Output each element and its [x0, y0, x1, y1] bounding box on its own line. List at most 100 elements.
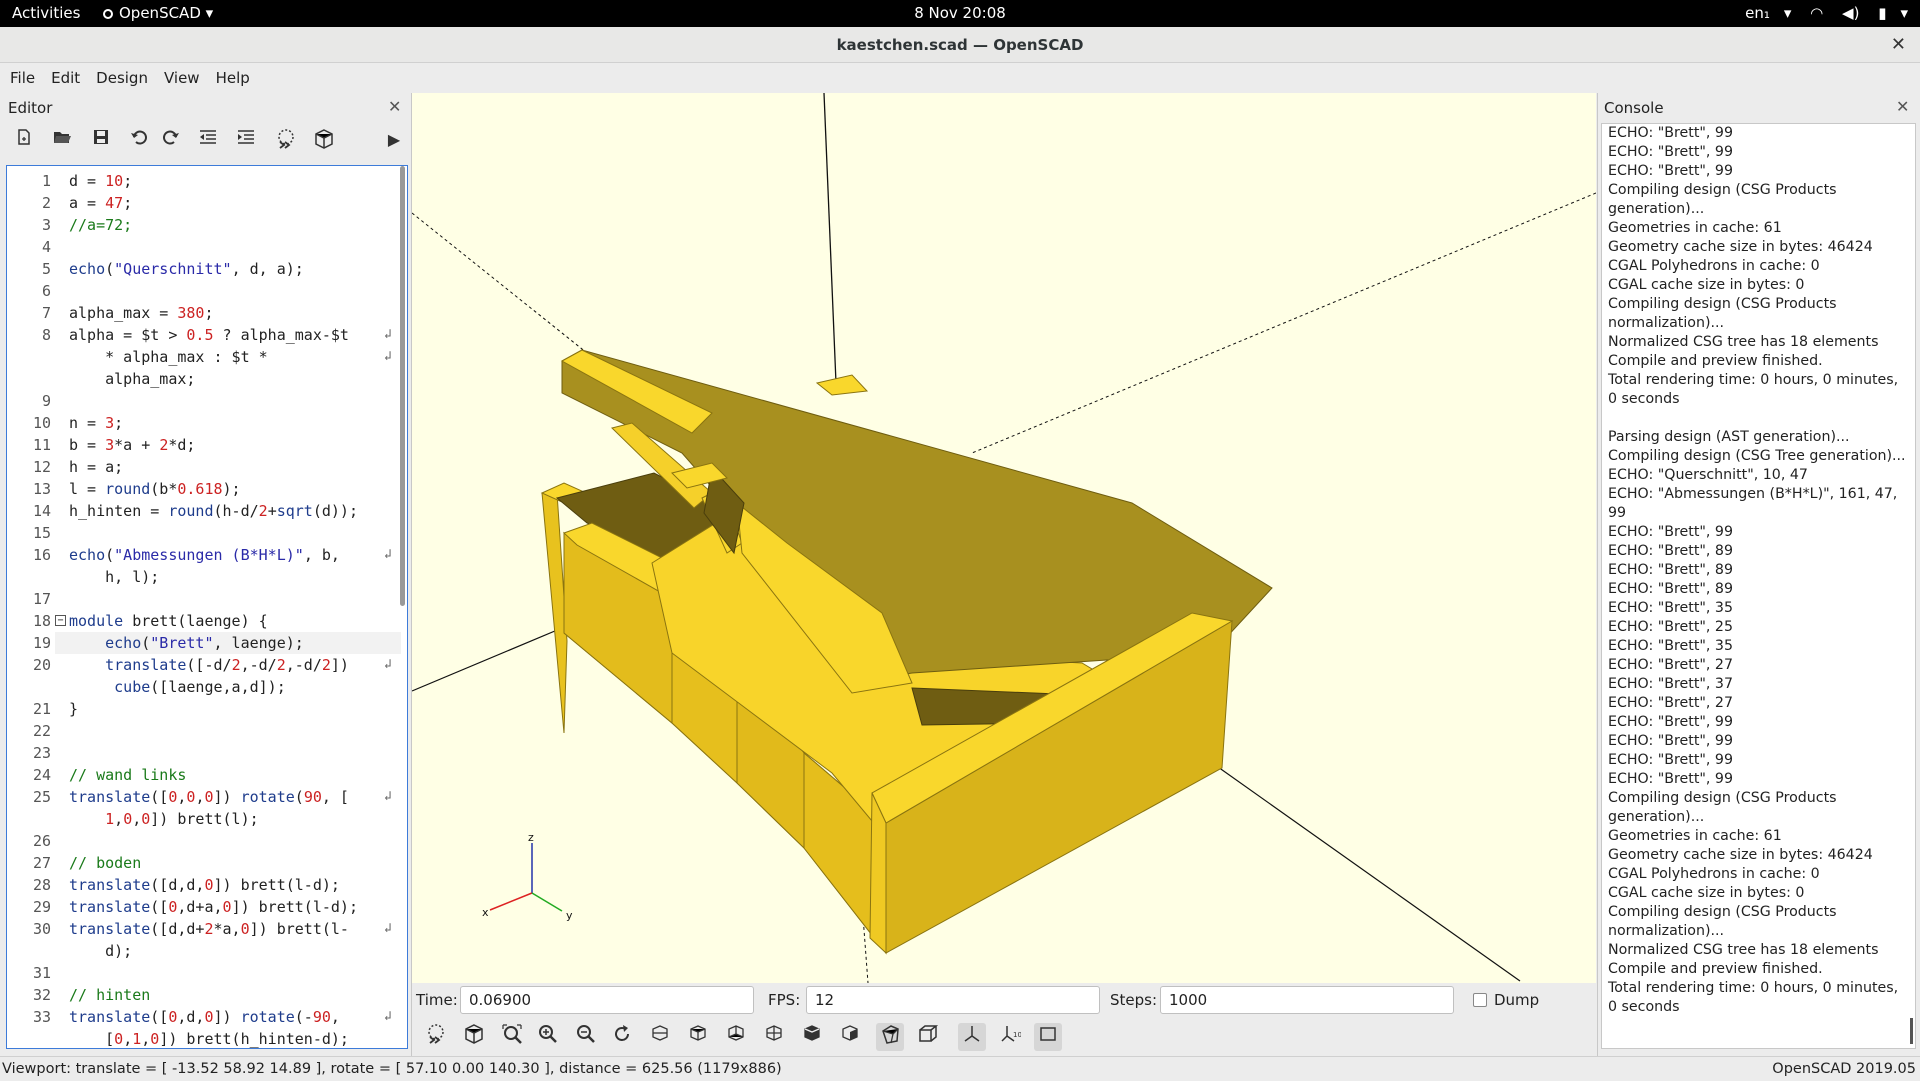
code-line[interactable]: 9 — [7, 390, 407, 412]
orthogonal-icon[interactable] — [914, 1023, 942, 1051]
language-indicator[interactable]: en₁ — [1745, 4, 1770, 22]
system-tray[interactable]: en₁ ▾ ◠ ◀) ▮ ▾ — [1731, 0, 1908, 27]
save-icon[interactable] — [89, 128, 113, 152]
code-line[interactable]: 28 translate([d,d,0]) brett(l-d); — [7, 874, 407, 896]
code-line[interactable]: 29 translate([0,d+a,0]) brett(l-d); — [7, 896, 407, 918]
code-line[interactable]: 11 b = 3*a + 2*d; — [7, 434, 407, 456]
code-line[interactable]: 19 echo("Brett", laenge); — [7, 632, 407, 654]
app-menu[interactable]: OpenSCAD ▾ — [103, 0, 213, 27]
show-axes-icon[interactable] — [958, 1023, 986, 1051]
menu-view[interactable]: View — [156, 63, 208, 93]
open-file-icon[interactable] — [50, 128, 74, 152]
code-line[interactable]: 23 — [7, 742, 407, 764]
show-scale-icon[interactable]: 10 — [996, 1023, 1024, 1051]
code-text: module brett(laenge) { — [69, 612, 268, 630]
steps-input[interactable]: 1000 — [1160, 986, 1454, 1014]
menu-file[interactable]: File — [2, 63, 43, 93]
code-line[interactable]: cube([laenge,a,d]); — [7, 676, 407, 698]
view-top-icon[interactable] — [684, 1023, 712, 1051]
show-edges-icon[interactable] — [1034, 1023, 1062, 1051]
line-number: 6 — [41, 282, 51, 300]
line-number: 8 — [41, 326, 51, 344]
time-input[interactable]: 0.06900 — [460, 986, 754, 1014]
code-line[interactable]: 12 h = a; — [7, 456, 407, 478]
code-line[interactable]: * alpha_max : $t * ↲ — [7, 346, 407, 368]
fold-toggle-icon[interactable]: − — [55, 615, 66, 626]
view-back-icon[interactable] — [836, 1023, 864, 1051]
code-line[interactable]: 26 — [7, 830, 407, 852]
view-front-icon[interactable] — [798, 1023, 826, 1051]
menu-edit[interactable]: Edit — [43, 63, 88, 93]
view-all-icon[interactable] — [498, 1023, 526, 1051]
code-line[interactable]: alpha_max; — [7, 368, 407, 390]
view-left-icon[interactable] — [760, 1023, 788, 1051]
code-line[interactable]: 10 n = 3; — [7, 412, 407, 434]
code-line[interactable]: 8 alpha = $t > 0.5 ? alpha_max-$t ↲ — [7, 324, 407, 346]
undo-icon[interactable] — [127, 128, 151, 152]
code-line[interactable]: 32 // hinten — [7, 984, 407, 1006]
code-text: translate([-d/2,-d/2,-d/2]) — [105, 656, 349, 674]
code-line[interactable]: 22 — [7, 720, 407, 742]
window-close-button[interactable]: ✕ — [1891, 27, 1906, 63]
wrap-indicator-icon: ↲ — [384, 789, 392, 804]
code-line[interactable]: 25 translate([0,0,0]) rotate(90, [↲ — [7, 786, 407, 808]
code-line[interactable]: 1 d = 10; — [7, 170, 407, 192]
code-line[interactable]: [0,1,0]) brett(h_hinten-d); — [7, 1028, 407, 1048]
3d-viewport[interactable]: z x y — [412, 93, 1596, 983]
console-output[interactable]: ECHO: "Brett", 99 ECHO: "Brett", 99 ECHO: … — [1601, 123, 1916, 1049]
activities-button[interactable]: Activities — [12, 0, 80, 27]
code-line[interactable]: 1,0,0]) brett(l); — [7, 808, 407, 830]
menu-design[interactable]: Design — [88, 63, 156, 93]
code-line[interactable]: 6 — [7, 280, 407, 302]
render-icon[interactable] — [460, 1023, 488, 1051]
code-line[interactable]: 7 alpha_max = 380; — [7, 302, 407, 324]
redo-icon[interactable] — [159, 128, 183, 152]
code-line[interactable]: 24 // wand links — [7, 764, 407, 786]
code-line[interactable]: 18− module brett(laenge) { — [7, 610, 407, 632]
code-line[interactable]: 15 — [7, 522, 407, 544]
code-line[interactable]: 4 — [7, 236, 407, 258]
code-line[interactable]: 13 l = round(b*0.618); — [7, 478, 407, 500]
code-line[interactable]: 2 a = 47; — [7, 192, 407, 214]
preview-icon[interactable] — [422, 1023, 450, 1051]
line-number: 7 — [41, 304, 51, 322]
console-close-button[interactable]: ✕ — [1896, 97, 1909, 116]
code-line[interactable]: 33 translate([0,d,0]) rotate(-90, ↲ — [7, 1006, 407, 1028]
code-line[interactable]: 16 echo("Abmessungen (B*H*L)", b, ↲ — [7, 544, 407, 566]
clock[interactable]: 8 Nov 20:08 — [860, 0, 1060, 27]
dump-pictures-checkbox[interactable] — [1473, 993, 1487, 1007]
code-editor[interactable]: 1 d = 10; 2 a = 47; 3 //a=72; 4 5 echo("Querschn… — [6, 165, 408, 1049]
code-line[interactable]: 3 //a=72; — [7, 214, 407, 236]
perspective-icon[interactable] — [876, 1023, 904, 1051]
code-line[interactable]: 5 echo("Querschnitt", d, a); — [7, 258, 407, 280]
code-line[interactable]: 14 h_hinten = round(h-d/2+sqrt(d)); — [7, 500, 407, 522]
editor-scrollbar[interactable] — [400, 166, 405, 606]
preview-icon[interactable] — [274, 128, 298, 152]
reset-view-icon[interactable] — [608, 1023, 636, 1051]
volume-icon: ◀) — [1842, 4, 1860, 22]
console-scrollbar[interactable] — [1910, 1018, 1913, 1044]
code-line[interactable]: 31 — [7, 962, 407, 984]
code-line[interactable]: 20 translate([-d/2,-d/2,-d/2]) ↲ — [7, 654, 407, 676]
render-icon[interactable] — [312, 128, 336, 152]
code-line[interactable]: h, l); — [7, 566, 407, 588]
code-line[interactable]: d); — [7, 940, 407, 962]
wrap-indicator-icon: ↲ — [384, 327, 392, 342]
code-line[interactable]: 17 — [7, 588, 407, 610]
code-line[interactable]: 27 // boden — [7, 852, 407, 874]
indent-icon[interactable] — [234, 128, 258, 152]
view-bottom-icon[interactable] — [722, 1023, 750, 1051]
zoom-out-icon[interactable] — [572, 1023, 600, 1051]
fps-input[interactable]: 12 — [806, 986, 1100, 1014]
toolbar-overflow-icon[interactable]: ▶ — [382, 128, 406, 152]
zoom-in-icon[interactable] — [534, 1023, 562, 1051]
new-file-icon[interactable] — [12, 128, 36, 152]
code-text: // wand links — [69, 766, 187, 784]
code-line[interactable]: 30 translate([d,d+2*a,0]) brett(l- ↲ — [7, 918, 407, 940]
view-right-icon[interactable] — [646, 1023, 674, 1051]
menu-help[interactable]: Help — [208, 63, 258, 93]
unindent-icon[interactable] — [196, 128, 220, 152]
editor-close-button[interactable]: ✕ — [388, 97, 401, 116]
line-number: 26 — [32, 832, 51, 850]
code-line[interactable]: 21} — [7, 698, 407, 720]
